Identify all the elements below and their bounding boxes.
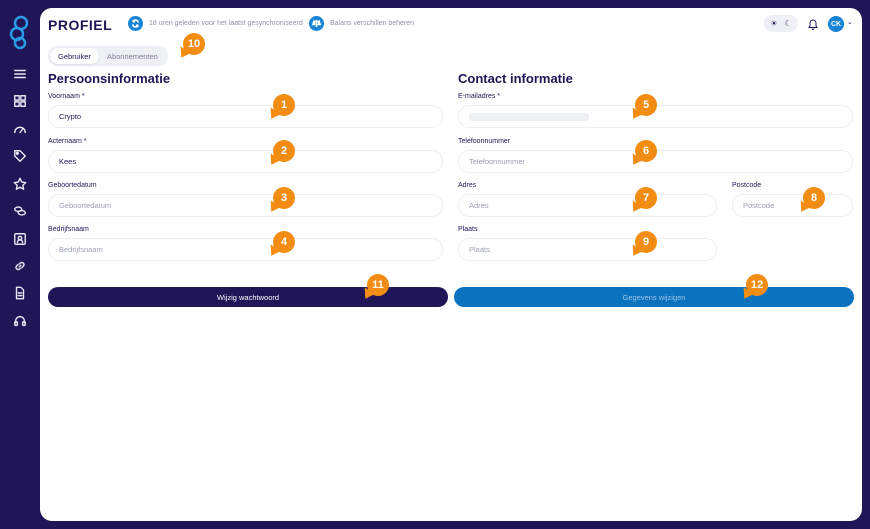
callout-4: 4 [265,231,295,259]
first-name-label: Voornaam * [48,93,85,100]
postcode-field[interactable]: Postcode [732,194,853,217]
callout-number: 1 [280,99,288,111]
main-panel: PROFIEL 18 uren geleden voor het laatst … [40,8,862,521]
page-title: PROFIEL [48,17,113,33]
callout-5: 5 [627,94,657,122]
birthdate-field[interactable]: Geboortedatum [48,194,443,217]
callout-number: 5 [642,99,650,111]
personal-section-title: Persoonsinformatie [48,71,171,86]
callout-7: 7 [627,187,657,215]
city-label: Plaats [458,226,478,233]
first-name-field[interactable]: Crypto [48,105,443,128]
balance-text: Balans verschillen beheren [330,19,415,27]
callout-number: 9 [642,236,650,248]
tag-icon[interactable] [11,147,29,165]
email-redacted [469,112,589,121]
sun-icon[interactable]: ☀ [770,19,777,28]
callout-12: 12 [738,274,768,302]
callout-8: 8 [795,187,825,215]
chevron-down-icon[interactable]: ⌄ [847,18,853,26]
avatar[interactable]: CK [828,16,844,32]
callout-number: 11 [372,279,384,291]
address-field[interactable]: Adres [458,194,717,217]
logo-icon[interactable] [8,14,32,50]
sync-text: 18 uren geleden voor het laatst gesynchr… [149,19,303,27]
bell-icon[interactable] [807,17,819,30]
email-label: E-mailadres * [458,93,501,100]
gauge-icon[interactable] [11,120,29,138]
balance-manage[interactable]: Balans verschillen beheren [309,15,414,31]
callout-number: 12 [750,279,764,291]
company-label: Bedrijfsnaam [48,226,89,233]
star-icon[interactable] [11,175,29,193]
birthdate-label: Geboortedatum [48,182,97,189]
address-label: Adres [458,182,477,189]
city-field[interactable]: Plaats [458,238,717,261]
callout-2: 2 [265,140,295,168]
moon-icon[interactable]: ☾ [784,19,791,28]
last-name-label: Acternaam * [48,138,87,145]
tab-abonnementen[interactable]: Abonnementen [99,48,166,64]
callout-number: 7 [642,192,650,204]
tab-gebruiker[interactable]: Gebruiker [50,48,99,64]
save-details-button[interactable]: Gegevens wijzigen [454,287,854,307]
callout-number: 4 [280,236,288,248]
sidebar [0,0,40,529]
change-password-button[interactable]: Wijzig wachtwoord [48,287,448,307]
theme-toggle[interactable]: ☀ ☾ [764,15,798,32]
callout-1: 1 [265,94,295,122]
support-icon[interactable] [11,312,29,330]
sync-status[interactable]: 18 uren geleden voor het laatst gesynchr… [128,15,303,31]
company-field[interactable]: Bedrijfsnaam [48,238,443,261]
callout-10: 10 [175,33,205,61]
menu-icon[interactable] [11,65,29,83]
link-icon[interactable] [11,257,29,275]
phone-label: Telefoonnummer [458,138,511,145]
postcode-label: Postcode [732,182,762,189]
callout-3: 3 [265,187,295,215]
coins-icon[interactable] [11,202,29,220]
page-header: PROFIEL 18 uren geleden voor het laatst … [40,8,862,38]
callout-9: 9 [627,231,657,259]
dashboard-icon[interactable] [11,92,29,110]
callout-number: 10 [187,38,201,50]
contact-card-icon[interactable] [11,230,29,248]
callout-6: 6 [627,140,657,168]
callout-number: 8 [810,192,818,204]
tab-bar: Gebruiker Abonnementen [48,46,168,66]
document-icon[interactable] [11,284,29,302]
callout-11: 11 [359,274,389,302]
callout-number: 6 [642,145,650,157]
contact-section-title: Contact informatie [458,71,573,86]
callout-number: 3 [280,192,288,204]
callout-number: 2 [280,145,288,157]
last-name-field[interactable]: Kees [48,150,443,173]
sync-icon[interactable] [128,15,143,31]
scale-icon[interactable] [309,15,324,31]
